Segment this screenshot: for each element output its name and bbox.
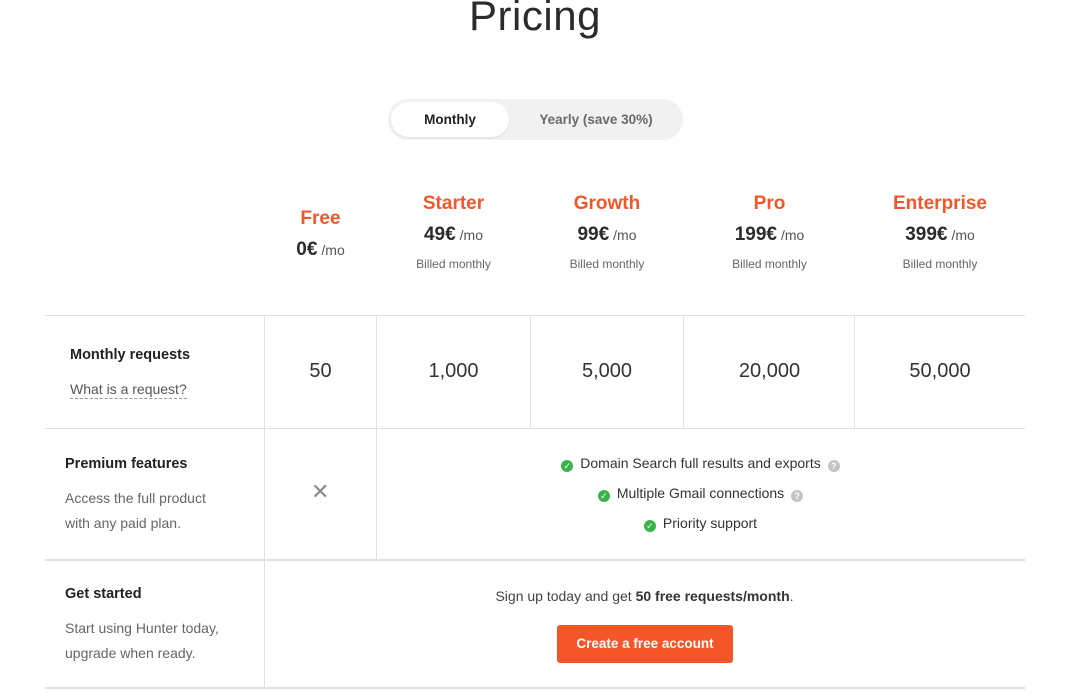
plan-name: Pro — [753, 193, 786, 214]
plan-price: 49€/mo — [377, 224, 530, 246]
plan-price-value: 0€ — [296, 239, 318, 260]
table-divider — [45, 559, 1025, 561]
plan-name: Starter — [422, 193, 485, 214]
toggle-yearly[interactable]: Yearly (save 30%) — [512, 102, 680, 137]
row-desc-line: Access the full product — [65, 490, 206, 506]
plan-price: 399€/mo — [855, 224, 1025, 246]
plan-billing-note: Billed monthly — [732, 257, 807, 271]
requests-value-pro: 20,000 — [738, 360, 801, 382]
plan-price: 99€/mo — [530, 224, 684, 246]
create-account-button[interactable]: Create a free account — [557, 625, 733, 663]
row-desc-line: Start using Hunter today, — [65, 620, 219, 636]
signup-suffix: . — [789, 588, 794, 604]
signup-text: Sign up today and get 50 free requests/m… — [264, 588, 1025, 604]
feature-label: Multiple Gmail connections — [616, 485, 785, 501]
plan-price: 199€/mo — [684, 224, 855, 246]
plan-name: Enterprise — [893, 193, 987, 214]
feature-item: ✓ Priority support — [376, 515, 1025, 532]
requests-value-starter: 1,000 — [428, 360, 479, 382]
question-circle-icon[interactable]: ? — [827, 460, 840, 472]
x-icon: ✕ — [311, 479, 330, 504]
check-circle-icon: ✓ — [643, 520, 656, 532]
toggle-monthly[interactable]: Monthly — [391, 102, 509, 137]
feature-label: Domain Search full results and exports — [580, 455, 821, 471]
plan-billing-note: Billed monthly — [902, 257, 978, 271]
row-desc-get-started: Start using Hunter today, upgrade when r… — [65, 616, 219, 666]
row-title-premium: Premium features — [65, 456, 188, 472]
plan-enterprise: Enterprise 399€/mo Billed monthly — [855, 193, 1025, 271]
requests-value-enterprise: 50,000 — [909, 360, 971, 382]
table-divider — [45, 428, 1025, 429]
feature-label: Priority support — [662, 515, 758, 531]
plan-free: Free 0€/mo — [264, 208, 377, 261]
plan-billing-note: Billed monthly — [569, 257, 645, 271]
plan-billing-note: Billed monthly — [416, 257, 491, 271]
plan-name: Growth — [573, 193, 641, 214]
plan-pro: Pro 199€/mo Billed monthly — [684, 193, 855, 271]
plan-growth: Growth 99€/mo Billed monthly — [530, 193, 684, 271]
plan-price-value: 199€ — [734, 224, 777, 245]
question-circle-icon[interactable]: ? — [791, 490, 804, 502]
row-title-get-started: Get started — [65, 586, 142, 602]
requests-value-free: 50 — [309, 360, 332, 382]
plan-price-period: /mo — [613, 227, 637, 243]
table-divider — [45, 687, 1025, 689]
plan-price-period: /mo — [459, 227, 484, 243]
signup-prefix: Sign up today and get — [495, 588, 632, 604]
page-title: Pricing — [469, 0, 601, 39]
plan-price: 0€/mo — [264, 239, 377, 261]
signup-highlight: 50 free requests/month — [635, 588, 790, 604]
check-circle-icon: ✓ — [561, 460, 574, 472]
row-desc-line: with any paid plan. — [65, 515, 181, 531]
plan-starter: Starter 49€/mo Billed monthly — [377, 193, 530, 271]
row-desc-premium: Access the full product with any paid pl… — [65, 486, 206, 536]
feature-item: ✓ Multiple Gmail connections? — [376, 485, 1025, 502]
plan-price-value: 399€ — [905, 224, 948, 245]
feature-item: ✓ Domain Search full results and exports? — [376, 455, 1025, 472]
plan-price-value: 99€ — [577, 224, 610, 245]
table-divider — [45, 315, 1025, 316]
row-desc-line: upgrade when ready. — [65, 645, 196, 661]
check-circle-icon: ✓ — [597, 490, 610, 502]
plan-price-period: /mo — [780, 227, 805, 243]
row-title-requests: Monthly requests — [70, 347, 191, 363]
plan-price-value: 49€ — [423, 224, 456, 245]
plan-price-period: /mo — [321, 242, 345, 258]
billing-toggle[interactable]: Monthly Yearly (save 30%) — [388, 99, 683, 140]
requests-value-growth: 5,000 — [581, 360, 633, 382]
plan-name: Free — [300, 208, 341, 229]
what-is-request-link[interactable]: What is a request? — [70, 381, 187, 399]
plan-price-period: /mo — [951, 227, 975, 243]
